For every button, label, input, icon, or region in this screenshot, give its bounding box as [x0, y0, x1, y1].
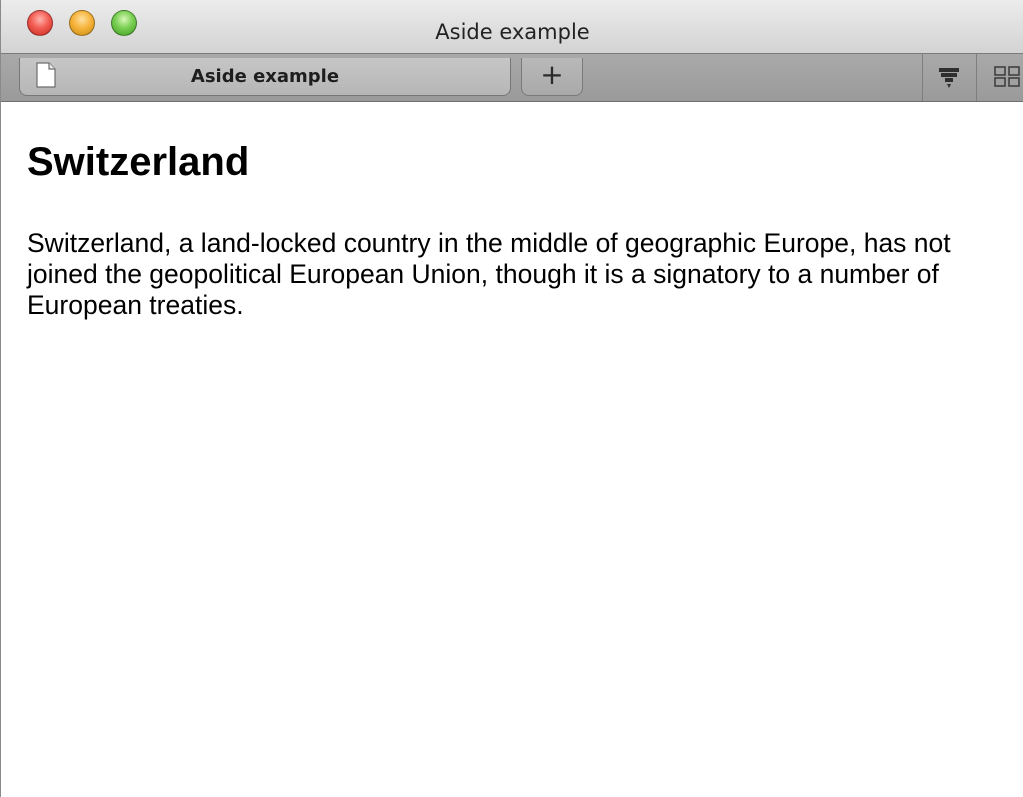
new-tab-button[interactable]: +: [521, 58, 583, 96]
browser-window: Aside example Aside example + Switzerlan…: [0, 0, 1023, 797]
page-heading: Switzerland: [27, 140, 250, 184]
tab-bar: Aside example +: [1, 53, 1023, 102]
toolbar-divider: [976, 54, 977, 101]
top-sites-icon[interactable]: [991, 64, 1023, 90]
tab-aside-example[interactable]: Aside example: [19, 58, 511, 96]
page-content: Switzerland Switzerland, a land-locked c…: [1, 102, 1023, 797]
title-bar[interactable]: Aside example: [1, 0, 1023, 53]
reading-list-icon[interactable]: [933, 64, 965, 90]
tab-label: Aside example: [190, 66, 340, 87]
window-title: Aside example: [435, 20, 590, 44]
page-icon: [36, 62, 56, 88]
toolbar-divider: [922, 54, 923, 101]
page-paragraph: Switzerland, a land-locked country in th…: [27, 228, 951, 320]
